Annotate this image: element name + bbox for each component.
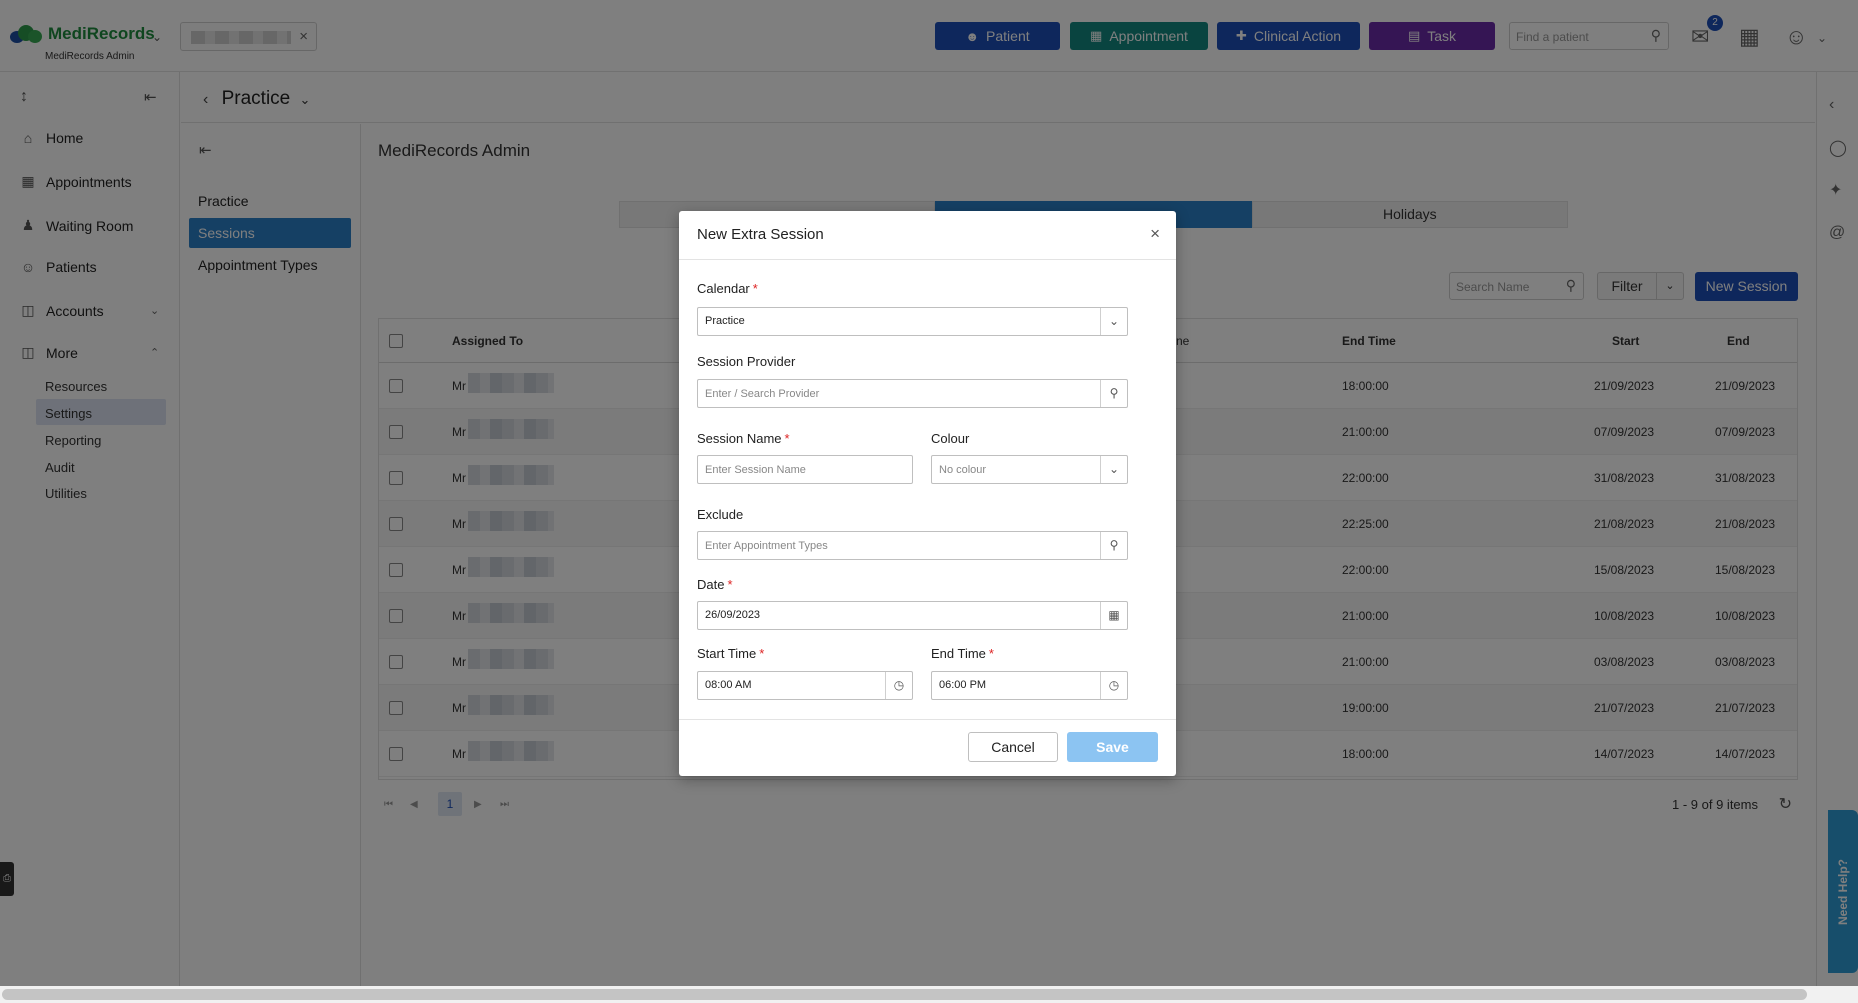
date-value: 26/09/2023 <box>705 609 761 621</box>
required-mark: * <box>784 431 790 446</box>
dialog-header: New Extra Session × <box>679 211 1176 260</box>
required-mark: * <box>727 577 733 592</box>
clock-icon[interactable]: ◷ <box>1100 672 1127 699</box>
session-provider-placeholder: Enter / Search Provider <box>705 388 820 400</box>
colour-label: Colour <box>931 431 970 446</box>
end-time-label-text: End Time <box>931 646 986 661</box>
calendar-value: Practice <box>705 315 745 327</box>
start-time-value: 08:00 AM <box>705 679 752 691</box>
date-label: Date * <box>697 577 733 592</box>
save-button[interactable]: Save <box>1067 732 1158 762</box>
chevron-down-icon[interactable]: ⌄ <box>1100 456 1127 483</box>
colour-select[interactable]: No colour ⌄ <box>931 455 1128 484</box>
colour-value: No colour <box>939 464 987 476</box>
session-name-input[interactable]: Enter Session Name <box>697 455 913 484</box>
search-icon[interactable]: ⚲ <box>1100 380 1127 407</box>
search-icon[interactable]: ⚲ <box>1100 532 1127 559</box>
new-extra-session-dialog: New Extra Session × Calendar * Practice ⌄… <box>679 211 1176 776</box>
horizontal-scrollbar[interactable] <box>0 986 1858 1003</box>
start-time-input[interactable]: 08:00 AM ◷ <box>697 671 913 700</box>
start-time-label: Start Time * <box>697 646 764 661</box>
required-mark: * <box>759 646 765 661</box>
dialog-footer: Cancel Save <box>679 719 1176 776</box>
end-time-label: End Time * <box>931 646 994 661</box>
dialog-title: New Extra Session <box>697 226 824 243</box>
calendar-label: Calendar * <box>697 281 758 296</box>
session-name-label-text: Session Name <box>697 431 782 446</box>
start-time-label-text: Start Time <box>697 646 757 661</box>
close-icon[interactable]: × <box>1150 224 1160 244</box>
cancel-button[interactable]: Cancel <box>968 732 1058 762</box>
exclude-input[interactable]: Enter Appointment Types ⚲ <box>697 531 1128 560</box>
session-name-label: Session Name * <box>697 431 790 446</box>
clock-icon[interactable]: ◷ <box>885 672 912 699</box>
session-name-placeholder: Enter Session Name <box>705 464 806 476</box>
end-time-value: 06:00 PM <box>939 679 987 691</box>
session-provider-input[interactable]: Enter / Search Provider ⚲ <box>697 379 1128 408</box>
date-input[interactable]: 26/09/2023 ▦ <box>697 601 1128 630</box>
date-label-text: Date <box>697 577 725 592</box>
scrollbar-thumb[interactable] <box>2 989 1807 1000</box>
calendar-icon[interactable]: ▦ <box>1100 602 1127 629</box>
exclude-label: Exclude <box>697 507 744 522</box>
chevron-down-icon[interactable]: ⌄ <box>1100 308 1127 335</box>
exclude-placeholder: Enter Appointment Types <box>705 540 828 552</box>
calendar-select[interactable]: Practice ⌄ <box>697 307 1128 336</box>
end-time-input[interactable]: 06:00 PM ◷ <box>931 671 1128 700</box>
calendar-label-text: Calendar <box>697 281 750 296</box>
required-mark: * <box>752 281 758 296</box>
required-mark: * <box>988 646 994 661</box>
session-provider-label: Session Provider <box>697 354 796 369</box>
